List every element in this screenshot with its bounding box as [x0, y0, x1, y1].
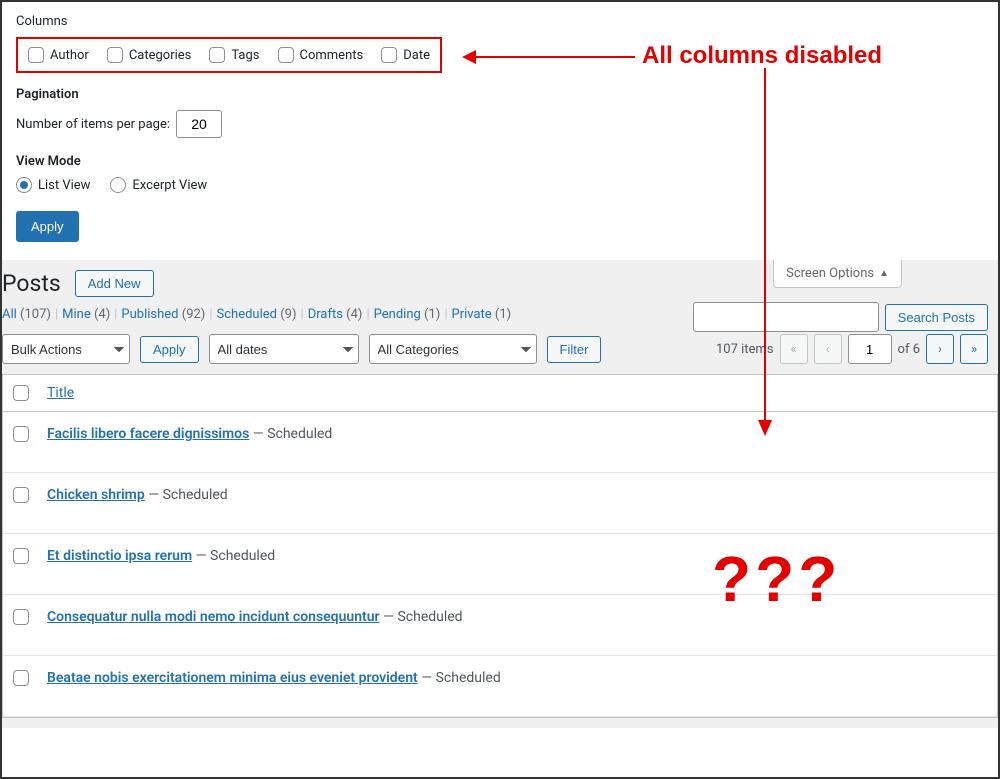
bulk-apply-button[interactable]: Apply — [140, 336, 199, 363]
filter-link-pending[interactable]: Pending — [374, 307, 421, 322]
table-row: Chicken shrimp — Scheduled — [3, 473, 997, 534]
col-check-comments[interactable]: Comments — [278, 47, 364, 63]
annotation-columns-disabled: All columns disabled — [642, 42, 882, 70]
dates-select[interactable]: All dates — [209, 334, 359, 364]
apply-screen-options-button[interactable]: Apply — [16, 211, 79, 242]
checkbox-categories[interactable] — [107, 47, 123, 63]
table-row: Beatae nobis exercitationem minima eius … — [3, 656, 997, 717]
pager-of-text: of 6 — [898, 342, 920, 357]
filter-link-drafts[interactable]: Drafts — [308, 307, 343, 322]
radio-excerpt-view[interactable]: Excerpt View — [110, 177, 207, 193]
search-button[interactable]: Search Posts — [885, 304, 988, 331]
radio-list-view[interactable]: List View — [16, 177, 90, 193]
col-check-tags[interactable]: Tags — [209, 47, 259, 63]
columns-checkbox-row: Author Categories Tags Comments Date — [16, 37, 442, 73]
pager-next-button[interactable]: › — [926, 334, 954, 364]
pager: 107 items « ‹ of 6 › » — [716, 334, 988, 364]
pager-first-button: « — [780, 334, 808, 364]
post-status: — Scheduled — [145, 487, 228, 503]
post-title-link[interactable]: Beatae nobis exercitationem minima eius … — [47, 670, 418, 686]
screen-options-tab[interactable]: Screen Options ▲ — [773, 260, 902, 288]
annotation-question-marks: ??? — [712, 542, 841, 616]
table-row: Facilis libero facere dignissimos — Sche… — [3, 412, 997, 473]
categories-select[interactable]: All Categories — [369, 334, 537, 364]
pager-last-button[interactable]: » — [960, 334, 988, 364]
post-status: — Scheduled — [192, 548, 275, 564]
filter-link-all[interactable]: All — [2, 307, 17, 322]
items-per-page-input[interactable] — [176, 110, 222, 138]
row-checkbox[interactable] — [13, 609, 29, 625]
post-status: — Scheduled — [249, 426, 332, 442]
row-checkbox[interactable] — [13, 548, 29, 564]
bulk-actions-select[interactable]: Bulk Actions — [2, 334, 130, 364]
col-check-date[interactable]: Date — [381, 47, 430, 63]
filter-link-private[interactable]: Private — [452, 307, 492, 322]
radio-excerpt-input[interactable] — [110, 177, 126, 193]
view-mode-row: List View Excerpt View — [16, 177, 984, 193]
post-status: — Scheduled — [380, 609, 463, 625]
col-check-categories[interactable]: Categories — [107, 47, 192, 63]
filter-link-mine[interactable]: Mine — [62, 307, 91, 322]
post-title-link[interactable]: Facilis libero facere dignissimos — [47, 426, 249, 442]
pagination-label: Pagination — [16, 87, 984, 102]
checkbox-tags[interactable] — [209, 47, 225, 63]
checkbox-author[interactable] — [28, 47, 44, 63]
col-check-author[interactable]: Author — [28, 47, 89, 63]
table-row: Consequatur nulla modi nemo incidunt con… — [3, 595, 997, 656]
checkbox-date[interactable] — [381, 47, 397, 63]
row-checkbox[interactable] — [13, 426, 29, 442]
select-all-checkbox[interactable] — [13, 385, 29, 401]
page-title: Posts — [2, 270, 61, 297]
items-count: 107 items — [716, 342, 774, 357]
filter-button[interactable]: Filter — [547, 336, 602, 363]
items-per-page-label: Number of items per page: — [16, 117, 170, 132]
posts-table: Title Facilis libero facere dignissimos … — [2, 374, 998, 718]
row-checkbox[interactable] — [13, 487, 29, 503]
table-row: Et distinctio ipsa rerum — Scheduled — [3, 534, 997, 595]
row-checkbox[interactable] — [13, 670, 29, 686]
add-new-button[interactable]: Add New — [75, 270, 154, 297]
table-header: Title — [3, 375, 997, 412]
search-input[interactable] — [693, 302, 879, 332]
post-status: — Scheduled — [418, 670, 501, 686]
filter-link-published[interactable]: Published — [121, 307, 178, 322]
radio-list-input[interactable] — [16, 177, 32, 193]
toolbar: Bulk Actions Apply All dates All Categor… — [2, 334, 998, 374]
pagination-row: Number of items per page: — [16, 110, 984, 138]
pager-page-input[interactable] — [848, 334, 892, 364]
main-area: Screen Options ▲ Posts Add New All (107)… — [2, 260, 998, 728]
checkbox-comments[interactable] — [278, 47, 294, 63]
pager-prev-button: ‹ — [814, 334, 842, 364]
title-column-header[interactable]: Title — [47, 385, 74, 401]
screen-options-panel: Columns Author Categories Tags Comments … — [2, 2, 998, 260]
post-title-link[interactable]: Consequatur nulla modi nemo incidunt con… — [47, 609, 380, 625]
search-row: Search Posts — [693, 302, 988, 332]
chevron-up-icon: ▲ — [879, 268, 889, 279]
post-title-link[interactable]: Et distinctio ipsa rerum — [47, 548, 192, 564]
columns-label: Columns — [16, 14, 984, 29]
view-mode-label: View Mode — [16, 154, 984, 169]
filter-link-scheduled[interactable]: Scheduled — [217, 307, 277, 322]
post-title-link[interactable]: Chicken shrimp — [47, 487, 145, 503]
